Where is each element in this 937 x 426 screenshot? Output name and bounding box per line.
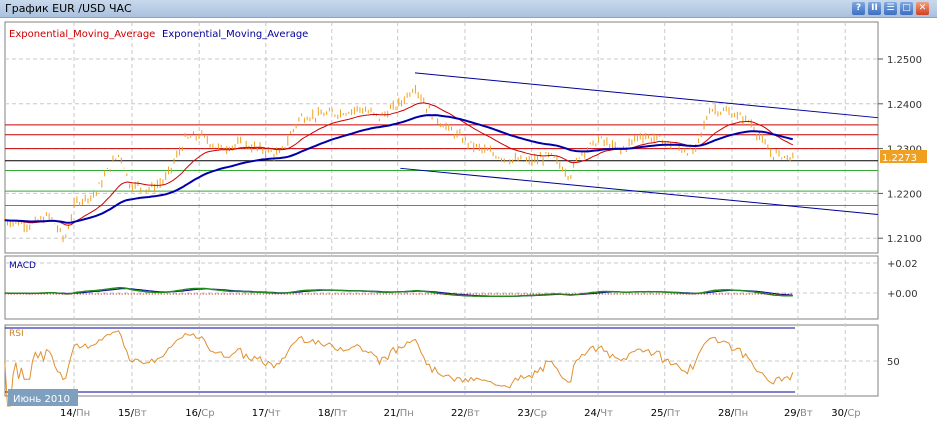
x-tick-label: 16/Ср [185, 408, 214, 419]
x-tick-label: 15/Вт [118, 408, 147, 419]
legend-ema-slow: Exponential_Moving_Average [162, 29, 308, 40]
y-tick-label: 1.2400 [887, 100, 922, 111]
rsi-label: RSI [9, 329, 24, 339]
x-tick-label: 23/Ср [518, 408, 547, 419]
x-tick-label: 30/Ср [831, 408, 860, 419]
y-tick-label: 1.2500 [887, 55, 922, 66]
x-tick-label: 14/Пн [60, 408, 90, 419]
x-tick-label: 29/Вт [784, 408, 813, 419]
current-price-label: 1.2273 [882, 153, 917, 164]
y-tick-label: 1.2100 [887, 234, 922, 245]
y-tick-label: 1.2200 [887, 189, 922, 200]
macd-tick-label: +0.02 [887, 259, 918, 270]
x-tick-label: 25/Пт [651, 408, 681, 419]
macd-panel [4, 255, 879, 320]
x-tick-label: 24/Чт [584, 408, 613, 419]
x-tick-label: 21/Пн [384, 408, 414, 419]
legend-ema-fast: Exponential_Moving_Average [9, 29, 155, 40]
macd-tick-label: +0.00 [887, 289, 918, 300]
macd-label: MACD [9, 261, 36, 271]
main-panel [4, 21, 879, 254]
rsi-tick-label: 50 [887, 357, 900, 368]
x-tick-label: 18/Пт [318, 408, 348, 419]
x-tick-label: 22/Вт [451, 408, 480, 419]
month-label: Июнь 2010 [13, 394, 70, 405]
x-tick-label: 28/Пн [718, 408, 748, 419]
chart-area[interactable]: 14/Пн 15/Вт 16/Ср 17/Чт 18/Пт 21/Пн 22/Вт 23/Ср… [0, 0, 937, 426]
x-tick-label: 17/Чт [252, 408, 281, 419]
